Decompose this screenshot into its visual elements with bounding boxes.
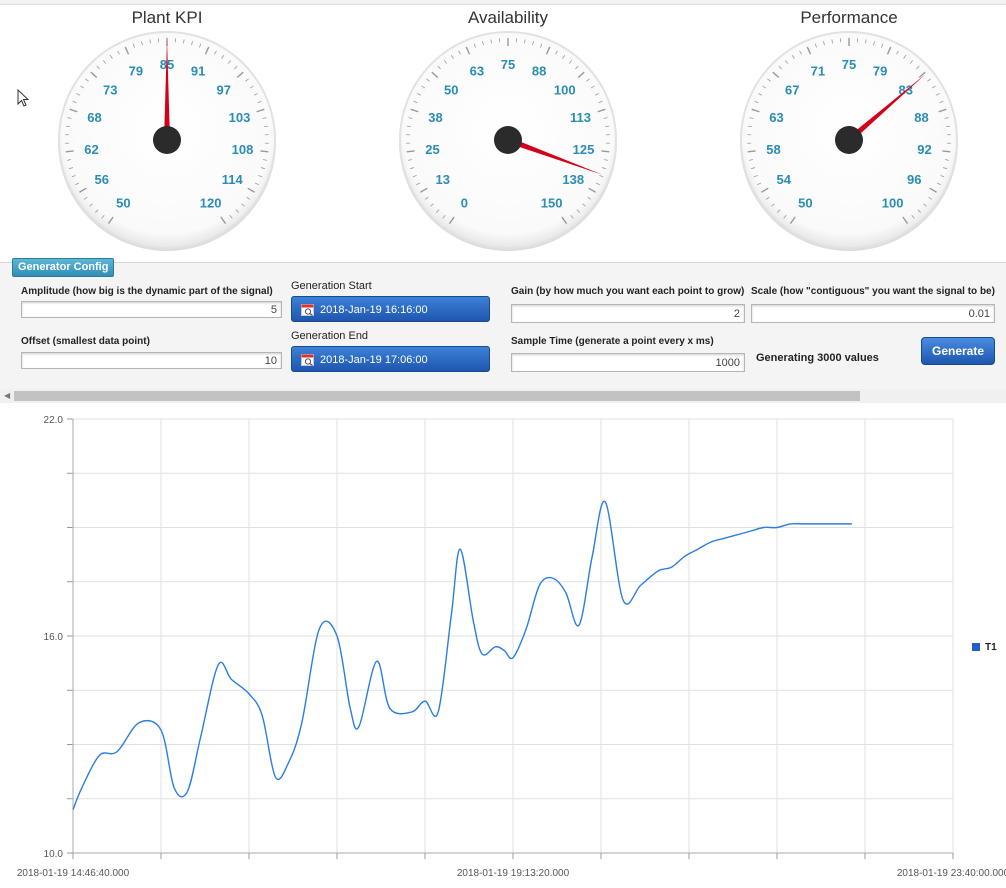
gauge-tick-label: 100	[882, 195, 904, 210]
chart-legend: T1	[972, 642, 997, 653]
gauge-tick-label: 50	[116, 195, 130, 210]
sample-time-input[interactable]: 1000	[511, 353, 745, 372]
gauge-tick-label: 97	[217, 82, 231, 97]
scale-input[interactable]: 0.01	[751, 304, 995, 323]
major-tick	[406, 150, 415, 153]
scale-label: Scale (how "contiguous" you want the sig…	[751, 286, 995, 297]
gauge-tick-label: 125	[573, 142, 595, 157]
sample-time-label: Sample Time (generate a point every x ms…	[511, 336, 714, 347]
generation-start-label: Generation Start	[291, 280, 372, 292]
generation-start-picker[interactable]: 2018-Jan-19 16:16:00	[291, 296, 490, 322]
gauge-tick-label: 75	[501, 57, 515, 72]
gauge-tick-label: 58	[766, 142, 780, 157]
minor-tick	[406, 125, 411, 128]
gauge-dial: 0 13 25 3850 63 75 88 100 113 125 138 150	[399, 31, 617, 251]
gauge-title: Performance	[800, 8, 898, 27]
calendar-icon	[301, 304, 314, 316]
generation-end-label: Generation End	[291, 330, 369, 342]
gauge-tick-label: 54	[777, 172, 792, 187]
gauge-tick-label: 103	[229, 110, 251, 125]
offset-input[interactable]: 10	[21, 352, 282, 369]
gauge-tick-label: 0	[461, 195, 468, 210]
y-tick-label: 10.0	[44, 849, 64, 860]
gauge-tick-label: 150	[541, 195, 563, 210]
minor-tick	[264, 125, 269, 128]
gauge-tick-label: 71	[811, 64, 825, 79]
minor-tick	[747, 125, 752, 128]
generation-status: Generating 3000 values	[756, 352, 879, 364]
y-tick-label: 16.0	[44, 632, 64, 643]
series-line-t1	[72, 500, 852, 810]
generation-start-value: 2018-Jan-19 16:16:00	[320, 304, 428, 316]
scroll-left-icon[interactable]: ◀	[4, 391, 10, 400]
gauge-dial: 505458636771 75 7983889296100	[740, 31, 958, 251]
gauge-tick-label: 108	[232, 142, 254, 157]
generation-end-picker[interactable]: 2018-Jan-19 17:06:00	[291, 346, 490, 372]
x-tick-label: 2018-01-19 19:13:20.000	[457, 868, 570, 879]
gauge-tick-label: 38	[428, 110, 442, 125]
gauge-hub	[494, 126, 522, 154]
scrollbar-thumb[interactable]	[14, 391, 860, 401]
gauge-title: Availability	[467, 8, 548, 27]
gauge-tick-label: 67	[785, 82, 799, 97]
gauge-tick-label: 25	[425, 142, 439, 157]
generate-button[interactable]: Generate	[921, 337, 995, 365]
major-tick	[65, 150, 74, 153]
gauge-tick-label: 56	[95, 172, 109, 187]
gauge-tick-label: 88	[532, 64, 546, 79]
major-tick	[601, 150, 610, 153]
gauge-tick-label: 92	[917, 142, 931, 157]
gauge-tick-label: 63	[470, 64, 484, 79]
gauge-tick-label: 91	[191, 64, 205, 79]
legend-swatch	[972, 643, 980, 651]
gauge-tick-label: 62	[84, 142, 98, 157]
gauge-availability: Availability 0 13 25 38 50 63 75 88 100 113 125 138…	[388, 4, 628, 254]
gauge-tick-label: 50	[444, 82, 458, 97]
gauge-tick-label: 79	[129, 64, 143, 79]
gauge-plant-kpi: Plant KPI 505662687379859197103108114120	[47, 4, 287, 254]
gauge-tick-label: 73	[103, 82, 117, 97]
gauge-tick-label: 50	[798, 195, 812, 210]
gauge-tick-label: 96	[907, 172, 921, 187]
gauge-performance: Performance 50 54 58 63 67 71 75 79 83 88 92 96 100	[729, 4, 969, 254]
gauge-tick-label: 120	[200, 195, 222, 210]
gauge-tick-label: 113	[570, 110, 591, 125]
gauge-dial: 505662687379859197103108114120	[58, 31, 276, 251]
gauge-tick-label: 13	[436, 172, 450, 187]
gauge-hub	[153, 126, 181, 154]
gauge-tick-label: 68	[87, 110, 101, 125]
line-chart: 10.0 16.0 22.0 2018-01-19 14:46:40.000 2018-…	[17, 415, 1006, 879]
x-tick-label: 2018-01-19 14:46:40.000	[17, 868, 130, 879]
gauge-tick-label: 88	[914, 110, 928, 125]
mouse-cursor-icon	[17, 89, 30, 107]
gain-label: Gain (by how much you want each point to…	[511, 286, 745, 297]
generation-end-value: 2018-Jan-19 17:06:00	[320, 354, 428, 366]
gauge-hub	[835, 126, 863, 154]
gauge-title: Plant KPI	[131, 8, 203, 27]
gauge-tick-label: 79	[873, 64, 887, 79]
gauge-tick-label: 114	[222, 172, 244, 187]
offset-label: Offset (smallest data point)	[21, 336, 150, 347]
major-tick	[747, 150, 756, 153]
amplitude-label: Amplitude (how big is the dynamic part o…	[21, 286, 273, 297]
horizontal-scrollbar[interactable]: ◀	[0, 389, 1006, 403]
amplitude-input[interactable]: 5	[21, 301, 282, 318]
gain-input[interactable]: 2	[511, 304, 745, 323]
major-tick	[260, 150, 269, 153]
calendar-icon	[301, 354, 314, 366]
legend-label: T1	[985, 642, 997, 653]
gauge-tick-label: 138	[562, 172, 584, 187]
y-tick-label: 22.0	[44, 415, 64, 426]
minor-tick	[946, 125, 951, 128]
minor-tick	[605, 125, 610, 128]
minor-tick	[65, 125, 70, 128]
gauge-tick-label: 75	[842, 57, 856, 72]
gauge-tick-label: 63	[769, 110, 783, 125]
generator-config-tab[interactable]: Generator Config	[12, 258, 115, 277]
major-tick	[942, 150, 951, 153]
x-tick-label: 2018-01-19 23:40:00.000	[897, 868, 1006, 879]
gauge-tick-label: 100	[554, 82, 576, 97]
generator-config-panel: Generator Config	[0, 258, 1006, 390]
